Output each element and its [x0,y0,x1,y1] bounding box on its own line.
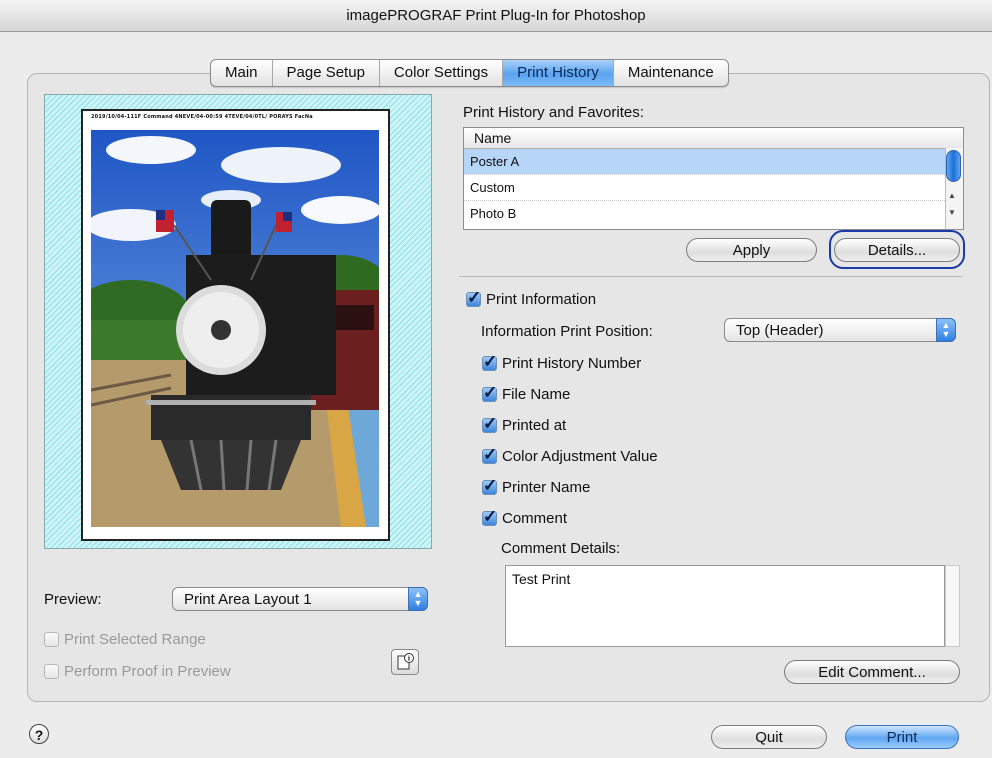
preview-header-info: 2019/10/04-111F Command 4NEVE/04-00:59 4… [91,114,313,120]
scroll-up-icon[interactable]: ▲ [948,191,956,200]
preview-photo [91,130,379,527]
list-item[interactable]: Photo B [464,200,963,226]
svg-text:i: i [408,655,410,663]
tab-print-history[interactable]: Print History [503,60,614,86]
tab-bar: Main Page Setup Color Settings Print His… [210,59,729,87]
history-list[interactable]: Name Poster A Custom Photo B [463,127,964,230]
perform-proof-label: Perform Proof in Preview [64,662,231,680]
print-selected-range-label: Print Selected Range [64,630,206,648]
position-select-value: Top (Header) [736,322,824,339]
chevron-updown-icon: ▲ ▼ [936,318,956,342]
tab-color-settings[interactable]: Color Settings [380,60,504,86]
option-label: Printed at [502,416,567,434]
print-selected-range-checkbox[interactable]: Print Selected Range [44,628,206,650]
checkbox-box [482,383,497,403]
checkbox-box [482,507,497,527]
print-button[interactable]: Print [845,725,959,749]
preview-label: Preview: [44,591,102,608]
tab-maintenance[interactable]: Maintenance [614,60,728,86]
preview-select-value: Print Area Layout 1 [184,591,312,608]
chevron-updown-icon: ▲ ▼ [408,587,428,611]
perform-proof-checkbox[interactable]: Perform Proof in Preview [44,660,231,682]
tab-page-setup[interactable]: Page Setup [273,60,380,86]
position-select[interactable]: Top (Header) ▲ ▼ [724,318,956,342]
checkbox-box [44,663,59,679]
checkbox-box [466,288,481,308]
list-item[interactable]: Poster A [464,149,963,174]
separator [459,276,962,277]
checkbox-box [44,631,59,647]
preview-select[interactable]: Print Area Layout 1 ▲ ▼ [172,587,428,611]
position-label: Information Print Position: [481,323,653,340]
option-label: File Name [502,385,571,403]
checkbox-box [482,476,497,496]
print-information-checkbox[interactable]: Print Information [466,288,596,310]
checkbox-box [482,414,497,434]
print-history-number-checkbox[interactable]: Print History Number [482,352,641,374]
option-label: Comment [502,509,568,527]
option-label: Printer Name [502,478,591,496]
option-label: Color Adjustment Value [502,447,658,465]
list-column-name[interactable]: Name [464,128,963,149]
tab-main[interactable]: Main [211,60,273,86]
option-label: Print History Number [502,354,642,372]
comment-details-label: Comment Details: [501,540,621,557]
comment-scrollbar[interactable] [945,565,960,647]
scroll-thumb[interactable] [946,150,961,182]
help-icon[interactable]: ? [29,724,49,744]
apply-button[interactable]: Apply [686,238,817,262]
print-information-label: Print Information [486,290,597,308]
history-title: Print History and Favorites: [463,104,644,121]
printer-name-checkbox[interactable]: Printer Name [482,476,590,498]
comment-checkbox[interactable]: Comment [482,507,567,529]
printed-at-checkbox[interactable]: Printed at [482,414,566,436]
details-button[interactable]: Details... [834,238,960,262]
list-item[interactable]: Custom [464,174,963,200]
info-icon[interactable]: i [391,649,419,675]
comment-textarea[interactable]: Test Print [505,565,945,647]
edit-comment-button[interactable]: Edit Comment... [784,660,960,684]
window-title: imagePROGRAF Print Plug-In for Photoshop [0,0,992,32]
quit-button[interactable]: Quit [711,725,827,749]
checkbox-box [482,352,497,372]
file-name-checkbox[interactable]: File Name [482,383,570,405]
color-adjustment-checkbox[interactable]: Color Adjustment Value [482,445,658,467]
checkbox-box [482,445,497,465]
scroll-down-icon[interactable]: ▼ [948,208,956,217]
